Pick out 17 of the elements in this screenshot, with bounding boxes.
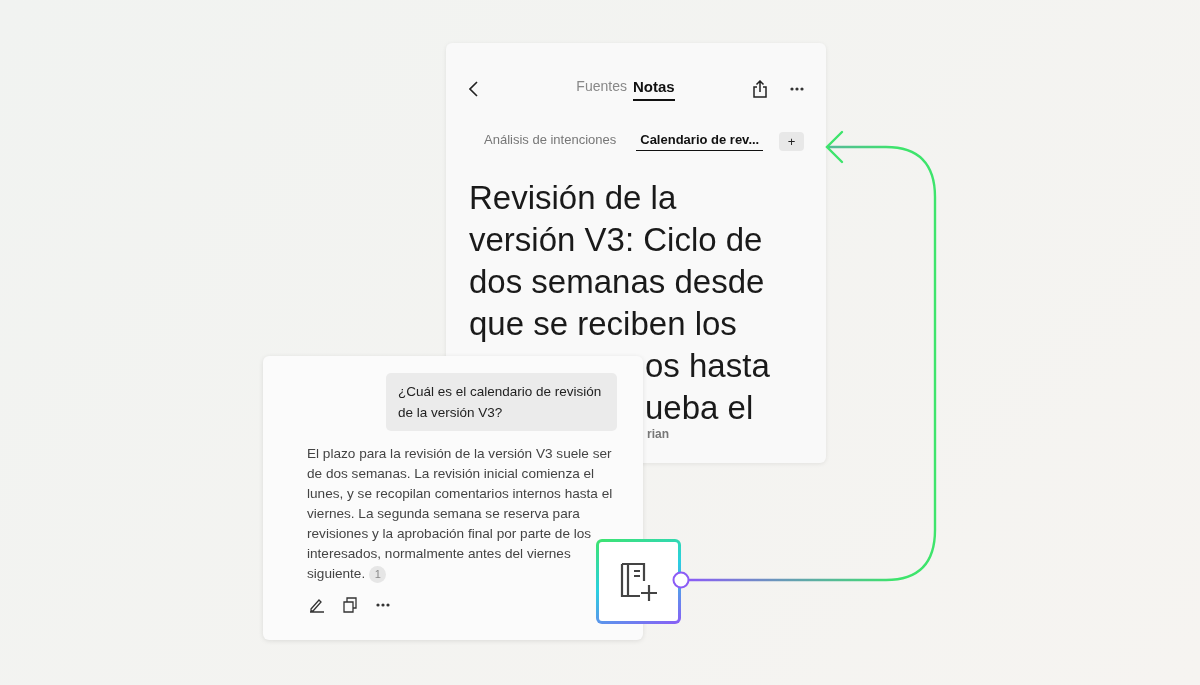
connector-handle[interactable] <box>672 571 690 589</box>
share-icon[interactable] <box>752 80 768 98</box>
answer-text: El plazo para la revisión de la versión V3 suele ser de dos semanas. La revisión inicial comienza el lunes, y se recopilan comentarios internos hasta el viernes. La segunda semana se reserva para revisiones y la aprobación final por parte de los interesados, normalmente antes del viernes siguiente. 1 <box>307 445 614 584</box>
note-tab[interactable]: Análisis de intenciones <box>480 132 621 151</box>
notebook-add-icon <box>619 561 658 602</box>
more-icon[interactable] <box>790 87 804 91</box>
more-icon[interactable] <box>376 603 390 607</box>
note-tab[interactable]: Calendario de rev... <box>636 132 764 151</box>
note-title-fragment: os hasta <box>645 347 770 384</box>
note-author: rian <box>647 427 669 441</box>
back-icon[interactable] <box>469 81 479 97</box>
note-title-fragment: ueba el <box>645 389 754 426</box>
edit-icon[interactable] <box>309 597 325 613</box>
panel-tab[interactable]: Notas <box>632 77 675 101</box>
copy-icon[interactable] <box>343 597 358 613</box>
add-tab-button[interactable]: + <box>779 132 804 151</box>
question-bubble: ¿Cuál es el calendario de revisión de la versión V3? <box>386 373 617 431</box>
